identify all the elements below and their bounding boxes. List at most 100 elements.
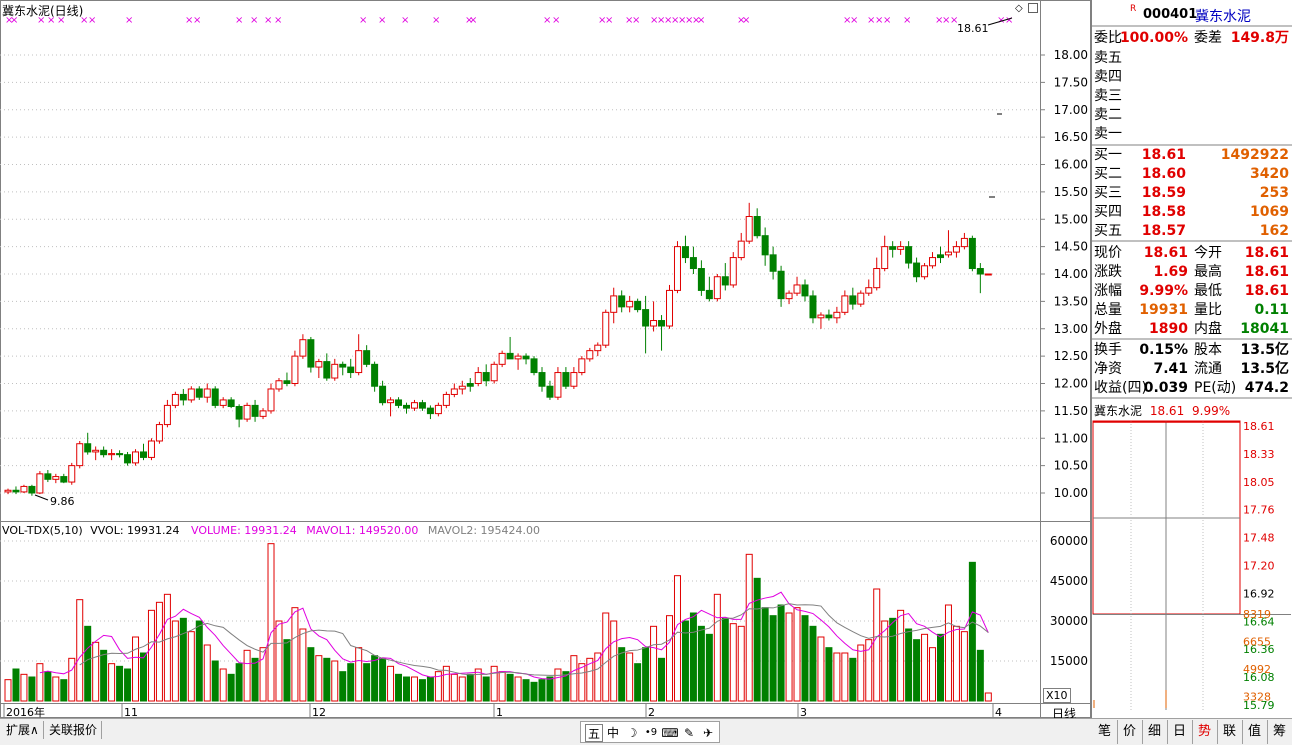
- stat-label-2: 最高: [1194, 264, 1222, 280]
- candle-body: [578, 358, 586, 374]
- price-axis-label: 15.50: [1054, 185, 1088, 199]
- stat-value-2: 18.61: [1244, 283, 1289, 299]
- candle-body: [881, 246, 889, 270]
- volume-bar: [442, 665, 450, 702]
- price-axis-label: 12.00: [1054, 377, 1088, 391]
- signal-marker: ×: [125, 15, 133, 26]
- volume-bar: [171, 620, 179, 702]
- volume-bar: [913, 639, 921, 702]
- candle-body: [403, 404, 410, 409]
- buy-volume: 3420: [1250, 166, 1289, 182]
- volume-bar: [578, 663, 586, 702]
- volume-bar: [833, 652, 841, 702]
- buy-row[interactable]: 买四 18.58 1069: [1093, 203, 1291, 222]
- candle-body: [283, 380, 291, 385]
- signal-marker: ×: [359, 15, 367, 26]
- candle-body: [339, 363, 347, 368]
- signal-marker: ×: [401, 15, 409, 26]
- volume-bar: [960, 631, 968, 702]
- right-tab[interactable]: 价: [1117, 720, 1143, 744]
- buy-row[interactable]: 买五 18.57 162: [1093, 222, 1291, 241]
- sell-label: 卖一: [1094, 126, 1122, 142]
- volume-bar: [952, 625, 960, 702]
- candle-body: [681, 246, 689, 259]
- signal-marker: ×: [552, 15, 560, 26]
- volume-bar: [347, 663, 355, 702]
- candle-body: [171, 393, 179, 406]
- buy-price: 18.60: [1141, 166, 1186, 182]
- five-grade-icon[interactable]: 五: [585, 724, 603, 742]
- candle-body: [689, 257, 697, 270]
- candle-body: [108, 453, 116, 456]
- buy-row[interactable]: 买一 18.61 1492922: [1093, 146, 1291, 165]
- candle-body: [769, 254, 777, 272]
- vol-vvol: VVOL: 19931.24: [90, 524, 180, 537]
- candle-body: [291, 355, 299, 384]
- volume-bar: [371, 655, 379, 702]
- right-tab[interactable]: 笔: [1092, 720, 1118, 744]
- sell-label: 卖五: [1094, 50, 1122, 66]
- diamond-icon[interactable]: ◇: [1015, 3, 1023, 14]
- volume-bar: [4, 679, 12, 702]
- candle-body: [634, 300, 642, 311]
- right-tab[interactable]: 联: [1217, 720, 1243, 744]
- buy-label: 买二: [1094, 166, 1122, 182]
- annot-low-label: 9.86: [50, 495, 75, 508]
- candle-body: [426, 407, 434, 415]
- volume-bar: [363, 663, 371, 702]
- signal-marker: ×: [469, 15, 477, 26]
- mini-name: 冀东水泥: [1094, 404, 1143, 418]
- stat2-label: 收益(四): [1094, 380, 1147, 396]
- price-axis-label: 11.00: [1054, 431, 1088, 445]
- signal-marker: ×: [1005, 15, 1013, 26]
- vol-axis-label: 45000: [1050, 574, 1088, 588]
- volume-bar: [729, 623, 737, 702]
- volume-bar: [379, 657, 387, 702]
- stat-row: 总量 19931 量比 0.11: [1093, 301, 1291, 320]
- stat2-value: 7.41: [1153, 361, 1188, 377]
- volume-bar: [936, 633, 944, 702]
- tab-related-quotes[interactable]: 关联报价: [45, 721, 103, 739]
- signal-marker: ×: [235, 15, 243, 26]
- right-tab[interactable]: 势: [1192, 720, 1218, 744]
- right-tab[interactable]: 值: [1242, 720, 1268, 744]
- volume-bar: [12, 668, 20, 702]
- punctuation-icon[interactable]: •9: [642, 724, 660, 742]
- right-tab[interactable]: 筹: [1267, 720, 1292, 744]
- stat2-value-2: 474.2: [1244, 380, 1289, 396]
- price-axis-label: 17.00: [1054, 103, 1088, 117]
- mini-pct: 9.99%: [1192, 404, 1231, 418]
- candle-body: [705, 289, 713, 300]
- candle-body: [450, 388, 458, 395]
- price-axis-label: 13.50: [1054, 294, 1088, 308]
- pen-icon[interactable]: ✎: [680, 724, 698, 742]
- stat-value: 1890: [1149, 321, 1188, 337]
- right-tab[interactable]: 日: [1167, 720, 1193, 744]
- volume-bar: [235, 663, 243, 702]
- candle-body: [976, 268, 984, 275]
- volume-bar: [570, 655, 578, 702]
- candle-body: [666, 289, 674, 327]
- candle-body: [299, 339, 307, 357]
- candle-body: [602, 311, 610, 346]
- sell-row: 卖一: [1093, 125, 1291, 144]
- moon-icon[interactable]: ☽: [623, 724, 641, 742]
- vol-header: VOL-TDX(5,10) VVOL: 19931.24 VOLUME: 199…: [2, 524, 540, 537]
- candle-body: [227, 399, 235, 407]
- volume-bar: [769, 615, 777, 702]
- volume-bar: [809, 625, 817, 702]
- chinese-input-icon[interactable]: 中: [604, 724, 622, 742]
- right-tab[interactable]: 细: [1142, 720, 1168, 744]
- buy-row[interactable]: 买二 18.60 3420: [1093, 165, 1291, 184]
- maximize-icon[interactable]: [1028, 3, 1038, 13]
- vol-unit: X10: [1043, 688, 1071, 703]
- stat2-label-2: PE(动): [1194, 380, 1237, 396]
- tools-icon[interactable]: ✈: [699, 724, 717, 742]
- tab-expand[interactable]: 扩展∧: [2, 721, 44, 739]
- price-axis-label: 10.00: [1054, 486, 1088, 500]
- candle-body: [833, 311, 841, 319]
- buy-row[interactable]: 买三 18.59 253: [1093, 184, 1291, 203]
- keyboard-icon[interactable]: ⌨: [661, 724, 679, 742]
- quote-flag: R: [1130, 4, 1137, 14]
- vol-axis-label: 60000: [1050, 534, 1088, 548]
